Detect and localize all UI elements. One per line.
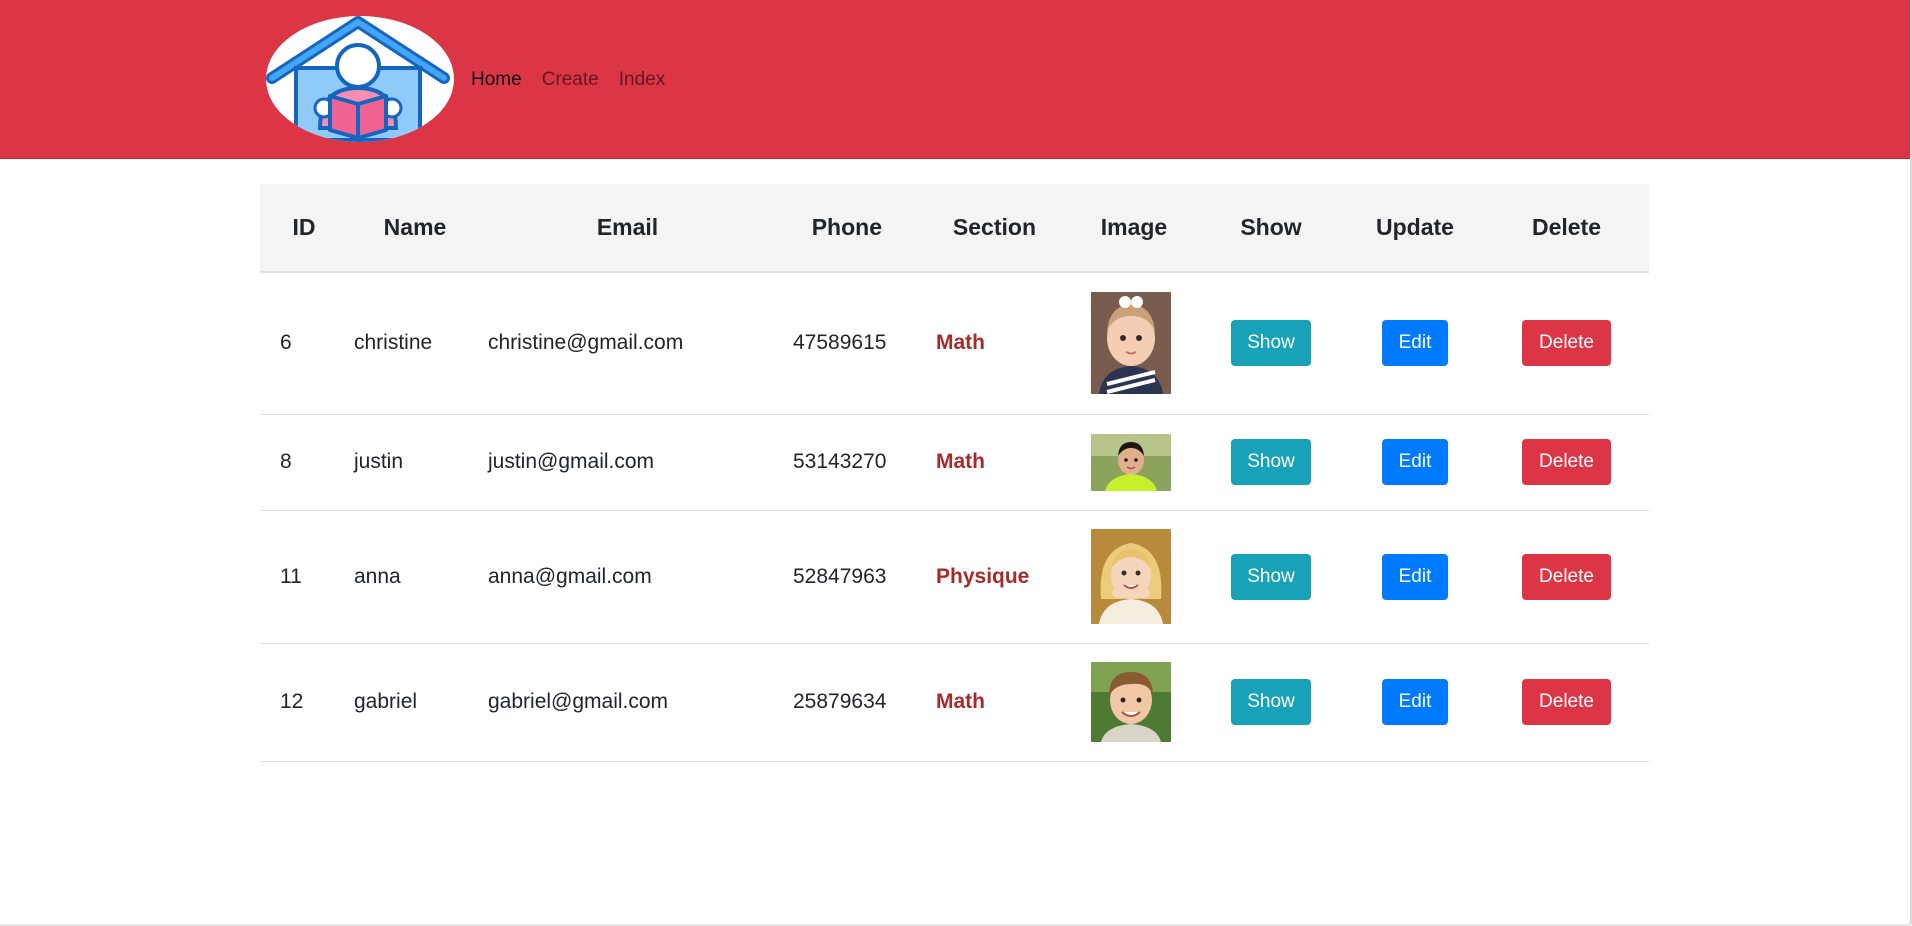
table-row: 12 gabriel gabriel@gmail.com 25879634 Ma… <box>260 643 1649 762</box>
navbar: Home Create Index <box>0 0 1910 159</box>
student-photo <box>1091 529 1171 624</box>
nav-link-create[interactable]: Create <box>542 69 599 91</box>
cell-delete: Delete <box>1484 643 1649 762</box>
students-table: ID Name Email Phone Section Image Show U… <box>260 184 1649 762</box>
cell-show: Show <box>1196 643 1346 762</box>
cell-id: 8 <box>260 414 348 511</box>
edit-button[interactable]: Edit <box>1382 679 1448 725</box>
column-header-section: Section <box>922 184 1072 273</box>
table-header-row: ID Name Email Phone Section Image Show U… <box>260 184 1649 273</box>
students-table-container: ID Name Email Phone Section Image Show U… <box>260 184 1649 762</box>
cell-email: justin@gmail.com <box>482 414 773 511</box>
cell-section: Math <box>922 414 1072 511</box>
cell-id: 6 <box>260 272 348 415</box>
cell-phone: 53143270 <box>773 414 922 511</box>
cell-delete: Delete <box>1484 414 1649 511</box>
cell-show: Show <box>1196 272 1346 415</box>
cell-id: 12 <box>260 643 348 762</box>
cell-section: Math <box>922 643 1072 762</box>
column-header-update: Update <box>1346 184 1484 273</box>
cell-id: 11 <box>260 510 348 644</box>
cell-delete: Delete <box>1484 510 1649 644</box>
show-button[interactable]: Show <box>1231 439 1311 485</box>
edit-button[interactable]: Edit <box>1382 320 1448 367</box>
house-reading-person-icon <box>266 16 450 142</box>
nav-menu: Home Create Index <box>471 69 665 91</box>
cell-update: Edit <box>1346 414 1484 511</box>
cell-image <box>1072 510 1196 644</box>
cell-phone: 47589615 <box>773 272 922 415</box>
edit-button[interactable]: Edit <box>1382 553 1448 600</box>
edit-button[interactable]: Edit <box>1382 439 1448 485</box>
cell-phone: 25879634 <box>773 643 922 762</box>
delete-button[interactable]: Delete <box>1522 320 1611 367</box>
cell-email: christine@gmail.com <box>482 272 773 415</box>
column-header-delete: Delete <box>1484 184 1649 273</box>
cell-section: Physique <box>922 510 1072 644</box>
cell-name: christine <box>348 272 482 415</box>
cell-image <box>1072 414 1196 511</box>
cell-name: gabriel <box>348 643 482 762</box>
cell-update: Edit <box>1346 643 1484 762</box>
cell-show: Show <box>1196 414 1346 511</box>
column-header-email: Email <box>482 184 773 273</box>
cell-email: anna@gmail.com <box>482 510 773 644</box>
student-photo <box>1091 662 1171 742</box>
delete-button[interactable]: Delete <box>1522 679 1611 725</box>
column-header-image: Image <box>1072 184 1196 273</box>
cell-phone: 52847963 <box>773 510 922 644</box>
student-photo <box>1091 292 1171 395</box>
show-button[interactable]: Show <box>1231 679 1311 725</box>
delete-button[interactable]: Delete <box>1522 553 1611 600</box>
cell-name: justin <box>348 414 482 511</box>
browser-viewport: Home Create Index ID Name Email Phone Se… <box>0 0 1912 926</box>
cell-update: Edit <box>1346 272 1484 415</box>
nav-link-home[interactable]: Home <box>471 69 522 91</box>
column-header-name: Name <box>348 184 482 273</box>
show-button[interactable]: Show <box>1231 553 1311 600</box>
table-row: 6 christine christine@gmail.com 47589615… <box>260 272 1649 415</box>
nav-link-index[interactable]: Index <box>619 69 665 91</box>
cell-email: gabriel@gmail.com <box>482 643 773 762</box>
table-row: 8 justin justin@gmail.com 53143270 Math <box>260 414 1649 511</box>
cell-image <box>1072 643 1196 762</box>
cell-delete: Delete <box>1484 272 1649 415</box>
student-photo <box>1091 433 1171 491</box>
column-header-show: Show <box>1196 184 1346 273</box>
site-logo[interactable] <box>266 16 454 142</box>
column-header-phone: Phone <box>773 184 922 273</box>
cell-section: Math <box>922 272 1072 415</box>
column-header-id: ID <box>260 184 348 273</box>
cell-show: Show <box>1196 510 1346 644</box>
table-row: 11 anna anna@gmail.com 52847963 Physique <box>260 510 1649 644</box>
cell-update: Edit <box>1346 510 1484 644</box>
cell-image <box>1072 272 1196 415</box>
cell-name: anna <box>348 510 482 644</box>
show-button[interactable]: Show <box>1231 320 1311 367</box>
delete-button[interactable]: Delete <box>1522 439 1611 485</box>
